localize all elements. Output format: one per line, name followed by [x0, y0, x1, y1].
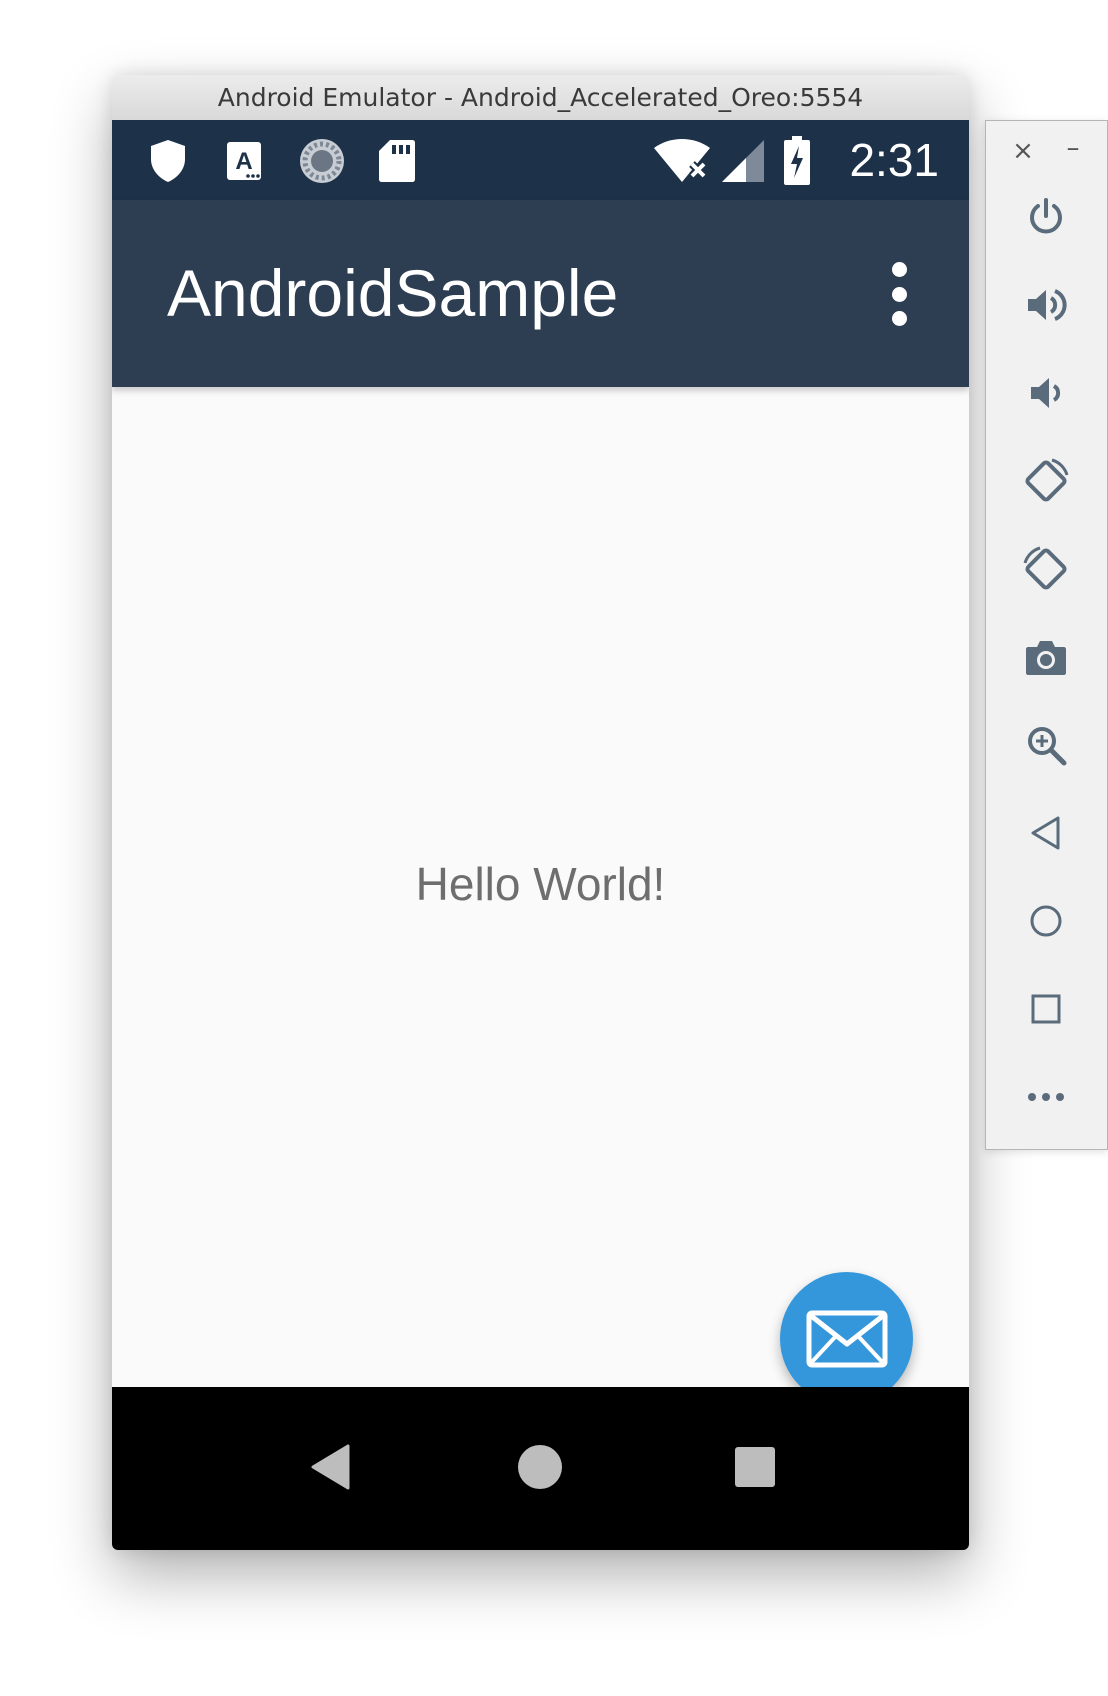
- recents-icon[interactable]: [730, 1442, 780, 1492]
- zoom-icon[interactable]: [1016, 715, 1076, 775]
- emulator-window: Android Emulator - Android_Accelerated_O…: [112, 75, 969, 1550]
- camera-icon[interactable]: [1016, 627, 1076, 687]
- overview-outline-icon[interactable]: [1016, 979, 1076, 1039]
- status-clock: 2:31: [849, 134, 939, 186]
- shield-icon: [148, 138, 188, 184]
- mail-icon: [806, 1310, 887, 1367]
- emulator-toolbar: × –: [985, 120, 1108, 1150]
- sd-card-icon: [377, 138, 417, 184]
- rotate-right-icon[interactable]: [1016, 539, 1076, 599]
- app-bar: AndroidSample: [112, 200, 969, 387]
- close-button[interactable]: ×: [1008, 131, 1038, 171]
- volume-down-icon[interactable]: [1016, 363, 1076, 423]
- main-content: Hello World!: [112, 387, 969, 1462]
- mail-fab-button[interactable]: [780, 1272, 913, 1405]
- sync-spinner-icon: [298, 138, 346, 184]
- app-title: AndroidSample: [167, 256, 619, 330]
- cell-signal-icon: [720, 138, 766, 184]
- rotate-left-icon[interactable]: [1016, 451, 1076, 511]
- more-horiz-icon[interactable]: [1016, 1067, 1076, 1127]
- home-icon[interactable]: [515, 1442, 565, 1492]
- volume-up-icon[interactable]: [1016, 275, 1076, 335]
- back-outline-icon[interactable]: [1016, 803, 1076, 863]
- window-title: Android Emulator - Android_Accelerated_O…: [112, 75, 969, 121]
- more-vert-icon[interactable]: [887, 262, 911, 326]
- keyboard-a-icon: A: [224, 138, 264, 184]
- back-icon[interactable]: [305, 1442, 355, 1492]
- battery-charging-icon: [782, 136, 812, 185]
- nav-bar: [112, 1387, 969, 1550]
- svg-text:A: A: [235, 148, 252, 175]
- wifi-off-icon: [652, 138, 712, 184]
- status-bar: A 2:31: [112, 120, 969, 200]
- home-outline-icon[interactable]: [1016, 891, 1076, 951]
- minimize-button[interactable]: –: [1058, 131, 1088, 171]
- hello-text: Hello World!: [415, 858, 666, 910]
- power-icon[interactable]: [1016, 187, 1076, 247]
